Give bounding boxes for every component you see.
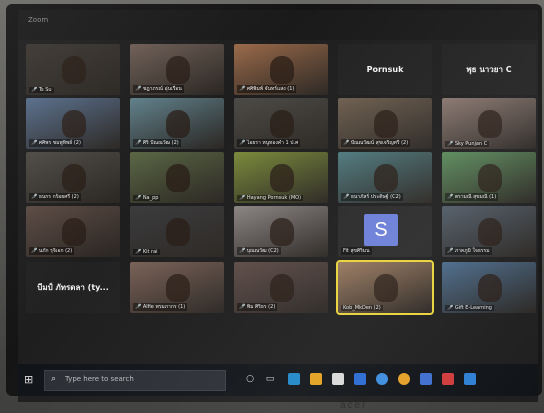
participant-video-tile[interactable]: 🎤̸ Kit rai: [130, 206, 224, 257]
participant-video-tile[interactable]: 🎤̸ นภัก รุจิเอก (2): [26, 206, 120, 257]
zoom-titlebar: Zoom: [18, 10, 538, 40]
participant-video-tile[interactable]: 🎤̸ Alfie พรมภากร (1): [130, 262, 224, 313]
participant-video: [61, 164, 87, 192]
participant-video-tile[interactable]: 🎤̸ ชฎาภรณ์ อุ่นเรือน: [130, 44, 224, 95]
search-icon: ⌕: [51, 374, 57, 384]
participant-name-label: 🎤̸ Ts Su: [29, 87, 54, 93]
windows-taskbar: ⊞ ⌕ Type here to search ○ ▭: [18, 364, 538, 396]
participant-video: [165, 218, 191, 246]
taskbar-search-box[interactable]: ⌕ Type here to search: [44, 370, 226, 391]
task-view-icon[interactable]: ○: [244, 373, 256, 385]
participant-name-label: Fit สุขศิริมน: [341, 247, 372, 255]
participant-name-label: 🎤̸ ศิริ ปัณณวัฒ (2): [133, 139, 181, 147]
window-title: Zoom: [28, 16, 49, 24]
participant-video: [269, 274, 295, 302]
participant-video: [61, 218, 87, 246]
participant-video: [165, 274, 191, 302]
participant-video: [61, 56, 87, 84]
participant-video-tile[interactable]: 🎤̸ Ts Su: [26, 44, 120, 95]
photo-frame: Zoom 🎤̸ Ts Su 🎤̸ ชฎาภรณ์ อุ่นเรือน 🎤̸ ศศิพ…: [0, 0, 544, 413]
participant-video-tile[interactable]: 🎤̸ บุณณวัฒ (C2): [234, 206, 328, 257]
monitor-brand-logo: acer: [340, 400, 368, 411]
participant-name-label: Kob_MkDen (2): [341, 305, 383, 311]
store-icon[interactable]: [332, 373, 344, 385]
participant-video: [373, 274, 399, 302]
participant-video-tile[interactable]: 🎤̸ ปัณณวัฒน์ สุขเจริญศรี (2): [338, 98, 432, 149]
participant-video-tile[interactable]: 🎤̸ ศศิพิมพ์ จันทร์แสง (1): [234, 44, 328, 95]
participant-video: [61, 110, 87, 138]
participant-video: [165, 164, 191, 192]
participant-video-tile[interactable]: 🎤̸ ธนาภัสร์ ประดิษฐ์ (C2): [338, 152, 432, 203]
participant-video: [477, 274, 503, 302]
participant-video: [165, 110, 191, 138]
participant-name-label: 🎤̸ พิม ศิริธร (2): [237, 303, 278, 311]
participant-video: [373, 164, 399, 192]
participant-video-tile[interactable]: 🎤̸ พิม ศิริธร (2): [234, 262, 328, 313]
participant-name-tile[interactable]: บีมป์ ภัทรดลา (ty...: [26, 262, 120, 313]
participant-video-tile[interactable]: 🎤̸ ศิริ ปัณณวัฒ (2): [130, 98, 224, 149]
participant-name-label: 🎤̸ Alfie พรมภากร (1): [133, 303, 188, 311]
explorer-icon[interactable]: [310, 373, 322, 385]
participant-avatar: S: [364, 214, 398, 246]
edge-icon[interactable]: [288, 373, 300, 385]
participant-video-tile[interactable]: 🎤̸ Hayang Pornsuk (MO): [234, 152, 328, 203]
participant-video-tile[interactable]: Kob_MkDen (2): [336, 260, 434, 315]
participant-name-label: 🎤̸ ไอยรา หนูทองคำ 1 ป.ศ: [237, 139, 301, 147]
participant-name-label: 🎤̸ ธนกร กร้อยศรี (2): [29, 193, 81, 201]
chrome-icon[interactable]: [376, 373, 388, 385]
participant-video-tile[interactable]: 🎤̸ Gift E-Learning: [442, 262, 536, 313]
zoom-icon[interactable]: [420, 373, 432, 385]
participant-name-label: 🎤̸ Hayang Pornsuk (MO): [237, 195, 304, 201]
participant-video: [269, 164, 295, 192]
participant-video-tile[interactable]: 🎤̸ ภาคภูมิ ใจธรรม: [442, 206, 536, 257]
windows-start-icon[interactable]: ⊞: [24, 373, 33, 386]
participant-name-label: 🎤̸ ปัณณวัฒน์ สุขเจริญศรี (2): [341, 139, 411, 147]
participant-video: [269, 110, 295, 138]
participant-video: [269, 218, 295, 246]
participant-video: [269, 56, 295, 84]
participant-video-tile[interactable]: 🎤̸ ไอยรา หนูทองคำ 1 ป.ศ: [234, 98, 328, 149]
participant-name-tile[interactable]: Pornsuk: [338, 44, 432, 95]
participant-video: [477, 164, 503, 192]
participant-video-tile[interactable]: 🎤̸ ศศิพร ชมพูทิพย์ (2): [26, 98, 120, 149]
participant-name-tile[interactable]: พุธ นาวยา C: [442, 44, 536, 95]
participant-video-tile[interactable]: 🎤̸ ธนกร กร้อยศรี (2): [26, 152, 120, 203]
participant-name-label: 🎤̸ ตรามณี สุขมณี (1): [445, 193, 499, 201]
participant-name-label: 🎤̸ ชฎาภรณ์ อุ่นเรือน: [133, 85, 184, 93]
participant-name-label: 🎤̸ ศศิพร ชมพูทิพย์ (2): [29, 139, 83, 147]
zoom-screen: Zoom 🎤̸ Ts Su 🎤̸ ชฎาภรณ์ อุ่นเรือน 🎤̸ ศศิพ…: [18, 10, 538, 402]
participant-name-label: 🎤̸ Na_pp: [133, 195, 161, 201]
app-icon[interactable]: [398, 373, 410, 385]
participant-video: [477, 218, 503, 246]
search-placeholder: Type here to search: [65, 375, 134, 383]
participant-video: [477, 110, 503, 138]
participant-video-tile[interactable]: S Fit สุขศิริมน: [338, 206, 432, 257]
participant-video-tile[interactable]: 🎤̸ Na_pp: [130, 152, 224, 203]
word-icon[interactable]: [464, 373, 476, 385]
mail-icon[interactable]: [354, 373, 366, 385]
participant-name-label: 🎤̸ บุณณวัฒ (C2): [237, 247, 281, 255]
participant-video: [373, 110, 399, 138]
participant-name-label: 🎤̸ Kit rai: [133, 249, 160, 255]
participant-video-tile[interactable]: 🎤̸ Sky Punjan C: [442, 98, 536, 149]
participant-name-label: 🎤̸ นภัก รุจิเอก (2): [29, 247, 75, 255]
participant-video: [165, 56, 191, 84]
participant-video-tile[interactable]: 🎤̸ ตรามณี สุขมณี (1): [442, 152, 536, 203]
office-icon[interactable]: [442, 373, 454, 385]
participant-name-label: 🎤̸ ศศิพิมพ์ จันทร์แสง (1): [237, 85, 297, 93]
participant-name-label: 🎤̸ Sky Punjan C: [445, 141, 490, 147]
participant-name-label: 🎤̸ ภาคภูมิ ใจธรรม: [445, 247, 492, 255]
taskbar-widget-icon[interactable]: ▭: [264, 373, 276, 385]
participant-name-label: 🎤̸ Gift E-Learning: [445, 305, 494, 311]
participant-name-label: 🎤̸ ธนาภัสร์ ประดิษฐ์ (C2): [341, 193, 403, 201]
